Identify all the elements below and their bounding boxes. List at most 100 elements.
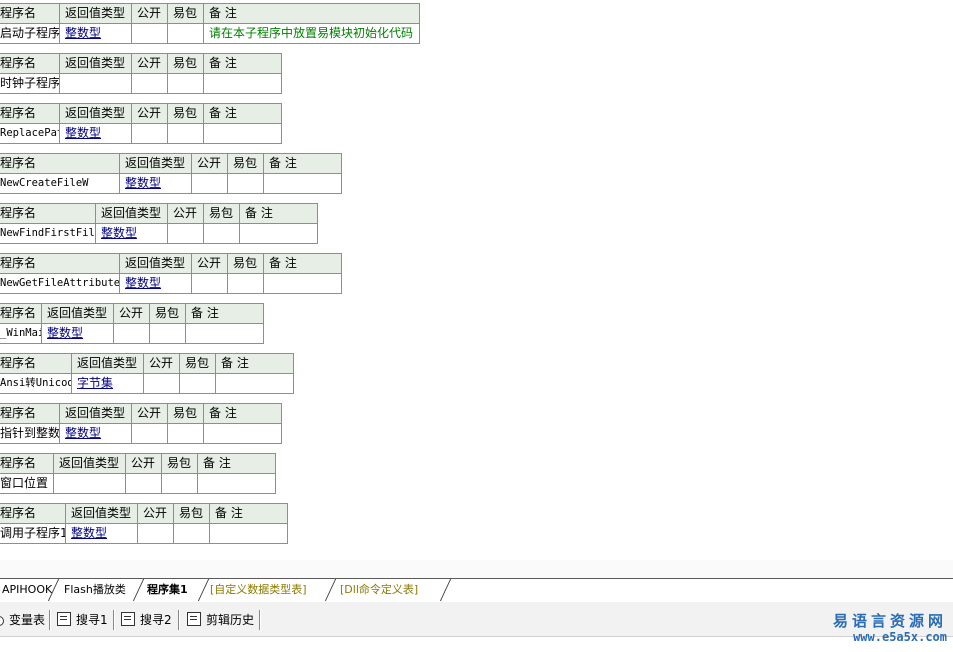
col-header-name: 程序名 [0,453,54,474]
remark-cell[interactable] [203,423,282,444]
col-header-easy-pkg: 易包 [203,203,240,224]
col-header-remark: 备 注 [203,403,282,424]
col-header-easy-pkg: 易包 [167,103,204,124]
remark-cell[interactable] [215,373,294,394]
procedure-table[interactable]: 程序名 返回值类型 公开 易包 备 注 NewCreateFileW 整数型 [0,153,342,194]
easy-pkg-cell[interactable] [167,23,204,44]
remark-cell[interactable] [203,73,282,94]
tab-dll-commands[interactable]: [Dll命令定义表] [340,581,418,599]
return-type-cell[interactable] [53,473,126,494]
procedure-name-cell[interactable]: 调用子程序1_ [0,523,66,544]
return-type-cell[interactable] [59,73,132,94]
tab-label: [自定义数据类型表] [210,583,307,596]
procedure-name-cell[interactable]: 指针到整数_ [0,423,60,444]
public-cell[interactable] [191,273,228,294]
public-cell[interactable] [131,123,168,144]
return-type-cell[interactable]: 整数型 [59,423,132,444]
tab-custom-data-types[interactable]: [自定义数据类型表] [210,581,307,599]
col-header-public: 公开 [131,403,168,424]
clip-history-button[interactable]: 剪辑历史 [187,611,254,629]
procedure-name-cell[interactable]: 启动子程序 [0,23,60,44]
remark-cell[interactable] [197,473,276,494]
search-icon [121,612,135,626]
tab-program-set-1[interactable]: 程序集1 [147,581,188,599]
public-cell[interactable] [131,23,168,44]
public-cell[interactable] [143,373,180,394]
toolbar-divider [259,610,261,630]
procedure-table[interactable]: 程序名 返回值类型 公开 易包 备 注 Ansi转Unicode 字节集 [0,353,294,394]
col-header-remark: 备 注 [263,153,342,174]
col-header-name: 程序名 [0,253,120,274]
col-header-easy-pkg: 易包 [167,3,204,24]
procedure-table[interactable]: 程序名 返回值类型 公开 易包 备 注 ReplacePath 整数型 [0,103,282,144]
search-2-button[interactable]: 搜寻2 [121,611,172,629]
procedure-table[interactable]: 程序名 返回值类型 公开 易包 备 注 窗口位置 [0,453,276,494]
procedure-name-cell[interactable]: 时钟子程序 [0,73,60,94]
return-type-cell[interactable]: 整数型 [59,123,132,144]
procedure-name-cell[interactable]: NewCreateFileW [0,173,120,194]
search-1-button[interactable]: 搜寻1 [57,611,108,629]
return-type-cell[interactable]: 整数型 [59,23,132,44]
easy-pkg-cell[interactable] [173,523,210,544]
col-header-public: 公开 [131,103,168,124]
public-cell[interactable] [113,323,150,344]
remark-cell[interactable] [263,273,342,294]
return-type-cell[interactable]: 整数型 [41,323,114,344]
col-header-public: 公开 [191,153,228,174]
status-strip [0,637,953,652]
public-cell[interactable] [131,423,168,444]
public-cell[interactable] [191,173,228,194]
col-header-easy-pkg: 易包 [179,353,216,374]
easy-pkg-cell[interactable] [203,223,240,244]
public-cell[interactable] [125,473,162,494]
return-type-cell[interactable]: 整数型 [119,273,192,294]
easy-pkg-cell[interactable] [179,373,216,394]
procedure-table[interactable]: 程序名 返回值类型 公开 易包 备 注 时钟子程序 [0,53,282,94]
procedure-table[interactable]: 程序名 返回值类型 公开 易包 备 注 NewFindFirstFileW 整数… [0,203,318,244]
remark-cell[interactable]: 请在本子程序中放置易模块初始化代码 [203,23,420,44]
watermark: 易语言资源网 www.e5a5x.com [833,612,947,645]
procedure-table[interactable]: 程序名 返回值类型 公开 易包 备 注 NewGetFileAttributes… [0,253,342,294]
easy-pkg-cell[interactable] [149,323,186,344]
col-header-remark: 备 注 [215,353,294,374]
easy-pkg-cell[interactable] [227,273,264,294]
easy-pkg-cell[interactable] [167,423,204,444]
col-header-easy-pkg: 易包 [227,153,264,174]
easy-pkg-cell[interactable] [161,473,198,494]
return-type-cell[interactable]: 整数型 [65,523,138,544]
procedure-name-cell[interactable]: _WinMain [0,323,42,344]
procedure-table[interactable]: 程序名 返回值类型 公开 易包 备 注 _WinMain 整数型 [0,303,264,344]
public-cell[interactable] [137,523,174,544]
col-header-return-type: 返回值类型 [59,53,132,74]
public-cell[interactable] [167,223,204,244]
procedure-name-cell[interactable]: NewFindFirstFileW [0,223,96,244]
procedure-name-cell[interactable]: Ansi转Unicode [0,373,72,394]
procedure-table[interactable]: 程序名 返回值类型 公开 易包 备 注 调用子程序1_ 整数型 [0,503,288,544]
easy-pkg-cell[interactable] [167,123,204,144]
return-type-cell[interactable]: 整数型 [119,173,192,194]
return-type-cell[interactable]: 整数型 [95,223,168,244]
toolbar-divider [113,610,115,630]
procedure-name-cell[interactable]: NewGetFileAttributesW [0,273,120,294]
procedure-name-cell[interactable]: 窗口位置 [0,473,54,494]
easy-pkg-cell[interactable] [227,173,264,194]
col-header-easy-pkg: 易包 [227,253,264,274]
procedure-table[interactable]: 程序名 返回值类型 公开 易包 备 注 启动子程序 整数型 请在本子程序中放置易… [0,3,420,44]
remark-cell[interactable] [239,223,318,244]
variable-table-button[interactable]: 变量表 [0,611,45,629]
tab-apihook[interactable]: APIHOOK [2,581,52,599]
code-editor[interactable]: 程序名 返回值类型 公开 易包 备 注 启动子程序 整数型 请在本子程序中放置易… [0,0,953,560]
remark-cell[interactable] [203,123,282,144]
return-type-cell[interactable]: 字节集 [71,373,144,394]
remark-cell[interactable] [209,523,288,544]
tab-flash-player-class[interactable]: Flash播放类 [64,581,126,599]
easy-pkg-cell[interactable] [167,73,204,94]
col-header-return-type: 返回值类型 [59,3,132,24]
remark-cell[interactable] [185,323,264,344]
remark-cell[interactable] [263,173,342,194]
col-header-return-type: 返回值类型 [53,453,126,474]
procedure-name-cell[interactable]: ReplacePath [0,123,60,144]
public-cell[interactable] [131,73,168,94]
procedure-table[interactable]: 程序名 返回值类型 公开 易包 备 注 指针到整数_ 整数型 [0,403,282,444]
col-header-public: 公开 [125,453,162,474]
